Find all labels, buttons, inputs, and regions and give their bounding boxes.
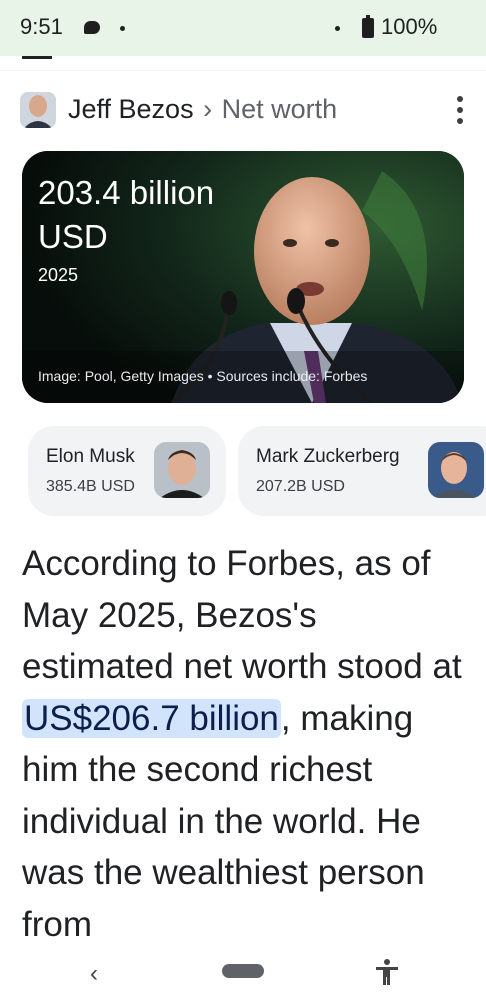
breadcrumb-separator: ›	[203, 94, 213, 124]
battery-percent: 100%	[381, 14, 438, 39]
answer-paragraph: According to Forbes, as of May 2025, Bez…	[22, 538, 472, 950]
status-bar: 9:51 100%	[0, 0, 486, 56]
battery-icon	[362, 15, 374, 38]
breadcrumb-entity[interactable]: Jeff Bezos	[68, 94, 194, 124]
related-person-card[interactable]: Mark Zuckerberg 207.2B USD	[238, 426, 486, 516]
back-icon[interactable]: ‹	[90, 960, 98, 988]
divider	[0, 70, 486, 71]
tab-indicator	[22, 56, 52, 59]
accessibility-icon[interactable]	[374, 958, 400, 986]
related-person-photo	[428, 442, 484, 498]
image-source-caption: Image: Pool, Getty Images • Sources incl…	[38, 368, 368, 384]
related-person-net-worth: 385.4B USD	[46, 478, 135, 495]
related-person-name: Mark Zuckerberg	[256, 446, 400, 467]
highlighted-value: US$206.7 billion	[22, 698, 281, 738]
notification-dot-icon	[335, 26, 340, 31]
related-person-name: Elon Musk	[46, 446, 135, 467]
related-person-net-worth: 207.2B USD	[256, 478, 345, 495]
net-worth-value: 203.4 billion USD	[38, 174, 215, 255]
more-vert-icon[interactable]	[448, 96, 472, 124]
net-worth-year: 2025	[38, 265, 79, 285]
net-worth-hero-card[interactable]: 203.4 billion USD 2025 Image: Pool, Gett…	[22, 151, 464, 403]
answer-text: According to Forbes, as of May 2025, Bez…	[22, 544, 462, 686]
chat-icon	[84, 21, 100, 34]
related-person-card[interactable]: Elon Musk 385.4B USD	[28, 426, 226, 516]
home-pill[interactable]	[222, 964, 264, 978]
breadcrumb: Jeff Bezos › Net worth	[68, 94, 337, 125]
related-person-photo	[154, 442, 210, 498]
status-time: 9:51	[20, 14, 63, 39]
breadcrumb-attribute: Net worth	[221, 94, 338, 124]
notification-dot-icon	[120, 26, 125, 31]
entity-avatar[interactable]	[20, 92, 56, 128]
